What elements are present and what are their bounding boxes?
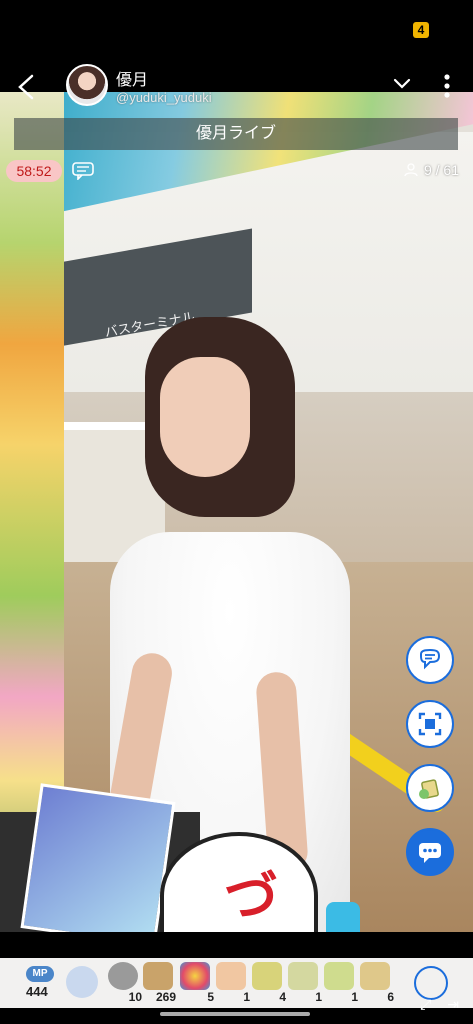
gift-item-seed-100[interactable]: 1 — [320, 962, 358, 1004]
gift-item-clap[interactable]: 1 — [212, 962, 250, 1004]
streamer-face — [160, 357, 250, 477]
user-name[interactable]: 優月 — [116, 66, 148, 90]
clap-icon — [216, 962, 246, 990]
scene-photo-card — [20, 783, 176, 932]
gift-item-firework[interactable]: 5 — [176, 962, 214, 1004]
mp-value: 444 — [26, 984, 48, 999]
gift-bag-icon — [419, 779, 439, 799]
comment-bubble-icon — [420, 648, 441, 670]
gift-item-seed[interactable]: 1 — [284, 962, 322, 1004]
gift-count: 269 — [155, 990, 176, 1004]
chat-button[interactable] — [406, 828, 454, 876]
firework-icon — [180, 962, 210, 990]
person-icon — [404, 163, 418, 177]
gift-item-coin[interactable]: 10 — [104, 962, 142, 1004]
gift-count: 6 — [387, 990, 394, 1004]
coin-icon — [108, 962, 138, 990]
user-handle: @yuduki_yuduki — [116, 90, 212, 105]
avatar[interactable] — [66, 64, 108, 106]
seed-1-icon — [360, 962, 390, 990]
viewer-count-text: 9 / 61 — [423, 162, 459, 178]
gift-button[interactable] — [406, 764, 454, 812]
screenshot-button[interactable] — [406, 700, 454, 748]
scene-fan-letter: づ — [224, 867, 278, 927]
bottom-controls: ⤢ ⇥ — [420, 996, 459, 1013]
status-badge: 4 — [413, 22, 429, 38]
live-timer: 58:52 — [6, 160, 62, 182]
gift-item-seed-10[interactable]: 4 — [248, 962, 286, 1004]
back-icon[interactable] — [12, 72, 42, 102]
scene-bottle — [326, 902, 360, 932]
seed-icon — [288, 962, 318, 990]
comment-button[interactable] — [406, 636, 454, 684]
chat-dots-icon — [419, 843, 441, 863]
house-icon — [143, 962, 173, 990]
exit-icon[interactable]: ⇥ — [447, 996, 459, 1013]
gift-item-house[interactable]: 269 — [140, 962, 176, 1004]
screenshot-frame-icon — [418, 712, 442, 736]
viewer-count: 9 / 61 — [404, 162, 459, 178]
mp-label: MP — [26, 966, 54, 982]
status-bar: 4 — [0, 0, 473, 62]
home-indicator — [160, 1012, 310, 1016]
comment-icon[interactable] — [72, 162, 94, 180]
fullscreen-icon[interactable]: ⤢ — [420, 996, 431, 1013]
chevron-down-icon[interactable] — [392, 76, 412, 92]
seed-10-icon — [252, 962, 282, 990]
selected-gift-ring[interactable] — [414, 966, 448, 1000]
seed-100-icon — [324, 962, 354, 990]
more-icon[interactable] — [440, 72, 454, 100]
live-video[interactable]: バスターミナル づ — [0, 92, 473, 932]
smile-icon[interactable] — [66, 966, 98, 998]
gift-item-seed-1[interactable]: 6 — [356, 962, 394, 1004]
live-title: 優月ライブ — [14, 118, 458, 150]
